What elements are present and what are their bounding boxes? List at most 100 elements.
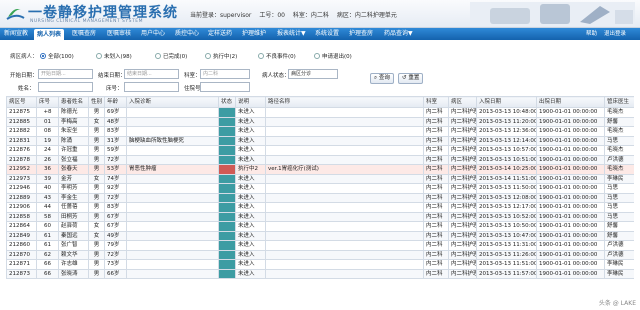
table-cell: 49岁	[104, 230, 127, 241]
table-cell: 未进入	[235, 192, 266, 203]
nav-nursing-maint[interactable]: 护理维护	[242, 28, 266, 40]
status-filter: 病区病人： 全部(100) 未划入(98) 已完成(0) 执行中(2) 不良事件…	[0, 50, 640, 62]
column-header[interactable]: 科室	[423, 96, 449, 108]
filter-exit-request[interactable]: 申请退出(0)	[314, 52, 352, 60]
table-cell	[126, 116, 219, 127]
table-row[interactable]: 21288943李金生男72岁 未进入 内二科内二科护理...2013-03-13 …	[6, 192, 634, 203]
nav-patient-list[interactable]: 病人列表	[34, 29, 65, 40]
table-row[interactable]: 21286061张广智男79岁 未进入 内二科内二科护理...2013-03-13 …	[6, 240, 634, 251]
table-cell: 舒馨	[604, 230, 634, 241]
column-header[interactable]: 年龄	[104, 96, 127, 108]
table-row[interactable]: 21287166许志雄男73岁 未进入 内二科内二科护理...2013-03-13 …	[6, 259, 634, 270]
table-row[interactable]: 212952 36 张春天男 53岁 胃恶性肿瘤 执行中2 ver.1胃癌化疗(测试) 内二科…	[6, 164, 634, 175]
filter-all[interactable]: 全部(100)	[40, 52, 74, 60]
name-input[interactable]	[38, 82, 93, 92]
table-cell: 内二科护理...	[448, 164, 477, 175]
table-cell: 内二科护理...	[448, 249, 477, 260]
start-date-input[interactable]: 开始日期...	[38, 69, 93, 79]
logout-link[interactable]: 退出登录	[604, 28, 626, 40]
end-date-input[interactable]: 结束日期...	[124, 69, 179, 79]
table-cell: 2013-03-13 11:20:00	[476, 116, 537, 127]
nav-medicine-delivery[interactable]: 定样送药	[208, 28, 232, 40]
app-header: 一卷静移护理管理系统 NURSING CLINICAL MANAGEMENT S…	[0, 0, 640, 28]
column-header[interactable]: 路径名称	[265, 96, 424, 108]
table-row[interactable]: 21283119陈涌男31岁脑梗缺血所致性脑梗死 未进入 内二科内二科护理...20…	[6, 135, 634, 146]
table-row[interactable]: 21294640李明芳男92岁 未进入 内二科内二科护理...2013-03-13 …	[6, 183, 634, 194]
table-row[interactable]: 21286460赵驿荷女67岁 未进入 内二科内二科护理...2013-03-13 …	[6, 221, 634, 232]
table-cell: 1900-01-01 00:00:00	[536, 221, 605, 232]
table-cell: 朱宏坐	[58, 126, 89, 137]
column-header[interactable]: 入院诊断	[126, 96, 219, 108]
table-row[interactable]: 21287366张晓涛男66岁 未进入 内二科内二科护理...2013-03-13 …	[6, 268, 634, 279]
table-cell: 1900-01-01 00:00:00	[536, 211, 605, 222]
table-row[interactable]: 21287826张立福男72岁 未进入 内二科内二科护理...2013-03-13 …	[6, 154, 634, 165]
table-row[interactable]: 21285858田桐芳男67岁 未进入 内二科内二科护理...2013-03-13 …	[6, 211, 634, 222]
table-row[interactable]: 21288208朱宏坐男83岁 未进入 内二科内二科护理...2013-03-13 …	[6, 126, 634, 137]
table-cell: 83岁	[104, 126, 127, 137]
table-row[interactable]: 21290644任蔷蓓男83岁 未进入 内二科内二科护理...2013-03-13 …	[6, 202, 634, 213]
status-indicator	[218, 173, 236, 184]
column-header[interactable]: 性别	[88, 96, 105, 108]
table-row[interactable]: 21297339金芳女74岁 未进入 内二科内二科护理...2013-03-14 1…	[6, 173, 634, 184]
column-header[interactable]: 患者姓名	[58, 96, 89, 108]
table-cell: 66	[36, 259, 59, 270]
nav-order-review[interactable]: 医嘱审核	[107, 28, 131, 40]
radio-icon	[205, 53, 211, 59]
table-cell: 212889	[6, 192, 37, 203]
table-cell: 未进入	[235, 126, 266, 137]
nav-nursing-rounds[interactable]: 护理查房	[349, 28, 373, 40]
filter-not-entered-label: 未划入(98)	[104, 54, 132, 60]
column-header[interactable]: 出院日期	[536, 96, 605, 108]
column-header[interactable]: 说明	[235, 96, 266, 108]
nav-drug-query[interactable]: 药品查询▼	[384, 28, 413, 40]
column-header[interactable]: 病区号	[6, 96, 37, 108]
table-cell: 男	[88, 211, 105, 222]
table-cell: 66岁	[104, 268, 127, 279]
table-cell: 内二科	[423, 107, 449, 118]
query-button[interactable]: ⌕ 查询	[370, 73, 394, 84]
table-cell: 内二科	[423, 192, 449, 203]
user-label: 当前登录：supervisor	[190, 12, 252, 19]
dept-label: 科室：	[184, 73, 201, 79]
table-cell: 2013-03-13 11:50:00	[476, 183, 537, 194]
admission-input[interactable]	[200, 82, 250, 92]
table-cell: 马思	[604, 135, 634, 146]
patient-status-select[interactable]: 病区分诊	[288, 69, 338, 79]
filter-completed[interactable]: 已完成(0)	[155, 52, 187, 60]
nav-quality-center[interactable]: 质控中心	[175, 28, 199, 40]
column-header[interactable]: 病区	[448, 96, 477, 108]
table-cell: 未进入	[235, 183, 266, 194]
table-cell	[126, 183, 219, 194]
reset-button[interactable]: ↺ 重置	[398, 73, 424, 84]
table-cell: 内二科	[423, 202, 449, 213]
table-row[interactable]: 21288501李梅高女48岁 未进入 内二科内二科护理...2013-03-13 …	[6, 116, 634, 127]
column-header[interactable]: 管床医生	[604, 96, 634, 108]
column-header[interactable]: 床号	[36, 96, 59, 108]
dept-input[interactable]: 内二科	[200, 69, 250, 79]
filter-adverse-events[interactable]: 不良事件(0)	[258, 52, 296, 60]
bed-input[interactable]	[124, 82, 179, 92]
table-cell: 内二科护理...	[448, 202, 477, 213]
help-link[interactable]: 帮助	[586, 28, 597, 40]
table-cell: 1900-01-01 00:00:00	[536, 154, 605, 165]
table-cell: 金芳	[58, 173, 89, 184]
filter-not-entered[interactable]: 未划入(98)	[96, 52, 132, 60]
name-label: 姓名：	[18, 86, 35, 92]
column-header[interactable]: 入院日期	[476, 96, 537, 108]
table-cell: 未进入	[235, 230, 266, 241]
table-row[interactable]: 21287624许冠重男59岁 未进入 内二科内二科护理...2013-03-13 …	[6, 145, 634, 156]
query-button-label: 查询	[378, 75, 390, 81]
table-cell: 2013-03-13 11:51:00	[476, 259, 537, 270]
table-cell: 未进入	[235, 107, 266, 118]
filter-in-progress[interactable]: 执行中(2)	[205, 52, 237, 60]
nav-news[interactable]: 新闻宣教	[4, 28, 28, 40]
column-header[interactable]: 状态	[218, 96, 236, 108]
nav-settings[interactable]: 系统设置	[315, 28, 339, 40]
table-row[interactable]: 21284961秦国远女49岁 未进入 内二科内二科护理...2013-03-13 …	[6, 230, 634, 241]
table-cell: 女	[88, 221, 105, 232]
nav-user-center[interactable]: 用户中心	[141, 28, 165, 40]
nav-order-rounds[interactable]: 医嘱查房	[72, 28, 96, 40]
table-row[interactable]: 21287062赖文华男72岁 未进入 内二科内二科护理...2013-03-13 …	[6, 249, 634, 260]
table-row[interactable]: 212875+8陈德光男69岁 未进入 内二科内二科护理...2013-03-13 …	[6, 107, 634, 118]
nav-reports[interactable]: 报表统计▼	[277, 28, 306, 40]
